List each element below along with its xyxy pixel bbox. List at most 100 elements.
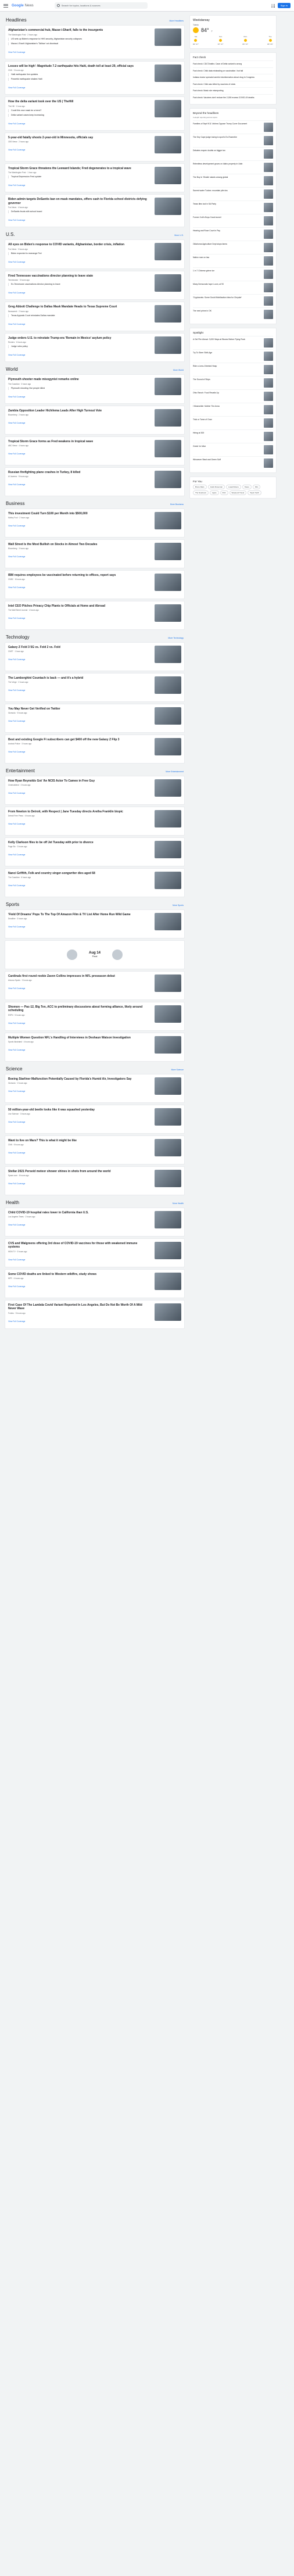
side-item-title[interactable]: The Boy in 'Hhalla' stands among global [193, 176, 262, 185]
story-headline[interactable]: Biden admin targets DeSantis ban on mask… [8, 198, 148, 205]
story-headline[interactable]: Boeing Starliner Malfunction Potentially… [8, 1077, 148, 1081]
side-item[interactable]: Sacred water Tudors: mountain pile dos [193, 187, 273, 200]
full-coverage-link[interactable]: View Full Coverage [8, 87, 25, 89]
story-thumbnail[interactable] [155, 737, 181, 755]
full-coverage-link[interactable]: View Full Coverage [8, 292, 25, 294]
side-item[interactable]: The Key Cape judge losing to sport's Ex-… [193, 133, 273, 147]
story-card[interactable]: Best and existing Google Fi subscribers … [5, 734, 185, 764]
side-item-title[interactable]: The next prime in OK [193, 310, 262, 319]
story-headline[interactable]: Some COVID deaths are linked to Western … [8, 1273, 148, 1277]
full-coverage-link[interactable]: View Full Coverage [8, 720, 25, 722]
side-item-title[interactable]: Fact check: Vaccines don't reduce the 2,… [193, 96, 273, 99]
story-headline[interactable]: Wall Street Is the Most Bullish on Stock… [8, 543, 148, 547]
story-headline[interactable]: 'Field Of Dreams' Pops To The Top Of Ama… [8, 913, 148, 917]
story-card[interactable]: IBM requires employees be vaccinated bef… [5, 569, 185, 599]
side-item[interactable]: 1 in 7 Chinese grieve ice [193, 267, 273, 281]
story-headline[interactable]: Child COVID-19 hospital rates lower in C… [8, 1211, 148, 1215]
side-item-thumbnail[interactable] [264, 162, 273, 172]
story-card[interactable]: Afghanistan's commercial hub, Mazar-i-Sh… [5, 25, 185, 59]
side-item[interactable]: Many Democrats hope Loom, at 90 [193, 280, 273, 294]
side-item[interactable]: Oklahoma Agriculture Dept stops farms [193, 240, 273, 254]
story-thumbnail[interactable] [155, 28, 181, 46]
full-coverage-link[interactable]: View Full Coverage [8, 1022, 25, 1024]
topic-chip[interactable]: Apple [209, 490, 219, 495]
side-item[interactable]: 'Cryptocrats: Some Gould Mobilization Id… [193, 293, 273, 307]
side-item[interactable]: Families of Sept 9/11 Victims Oppose Tru… [193, 120, 273, 134]
story-thumbnail[interactable] [155, 1303, 181, 1321]
full-coverage-link[interactable]: View Full Coverage [8, 453, 25, 455]
side-item-title[interactable]: Fact check: Child data misleading on vac… [193, 70, 273, 73]
signin-button[interactable]: Sign in [277, 3, 291, 8]
story-thumbnail[interactable] [155, 542, 181, 560]
story-card[interactable]: Intel CEO Pitches Privacy Chip Plants to… [5, 600, 185, 630]
menu-icon[interactable] [3, 3, 8, 8]
topic-chip[interactable]: Justin Roseman [207, 484, 225, 489]
section-title[interactable]: Technology [6, 635, 29, 640]
story-headline[interactable]: Afghanistan's commercial hub, Mazar-i-Sh… [8, 28, 148, 33]
side-item-thumbnail[interactable] [264, 364, 273, 374]
story-thumbnail[interactable] [155, 1138, 181, 1156]
full-coverage-link[interactable]: View Full Coverage [8, 658, 25, 661]
story-headline[interactable]: Want to live on Mars? This is what it mi… [8, 1139, 148, 1143]
side-item[interactable]: Fact check: CDC'Deaths: Case of Delta va… [193, 60, 273, 67]
side-item-title[interactable]: Trick or Tome of Gran [193, 418, 262, 428]
side-item-title[interactable]: Whosever Steal and Green Suff [193, 458, 262, 468]
side-item-thumbnail[interactable] [264, 378, 273, 388]
side-item[interactable]: Ohio Ranch: Food Recalls Up [193, 389, 273, 403]
side-item[interactable]: A Gel Pier Ahead: 3,000 Ways at Bisnes B… [193, 335, 273, 349]
story-thumbnail[interactable] [155, 974, 181, 992]
side-item[interactable]: Try To Steer Shift-Age [193, 349, 273, 363]
story-thumbnail[interactable] [155, 1036, 181, 1054]
full-coverage-link[interactable]: View Full Coverage [8, 987, 25, 990]
full-coverage-link[interactable]: View Full Coverage [8, 1090, 25, 1092]
section-title[interactable]: Sports [6, 902, 19, 907]
story-headline[interactable]: All eyes on Biden's response to COVID va… [8, 243, 148, 247]
side-item-thumbnail[interactable] [264, 309, 273, 319]
story-thumbnail[interactable] [155, 135, 181, 153]
side-item-title[interactable]: Former Colt's Boys Crack tunnel [193, 216, 262, 225]
section-title[interactable]: Headlines [6, 17, 27, 23]
section-title[interactable]: Science [6, 1066, 22, 1072]
story-card[interactable]: Tropical Storm Grace forms as Fred weake… [5, 436, 185, 465]
side-item[interactable]: Relentless development grows on Idaho pr… [193, 160, 273, 174]
full-coverage-link[interactable]: View Full Coverage [8, 1049, 25, 1051]
story-card[interactable]: How the delta variant took over the US |… [5, 96, 185, 131]
side-item-title[interactable]: 1 in 7 Chinese grieve ice [193, 270, 262, 279]
side-item-thumbnail[interactable] [264, 445, 273, 454]
story-thumbnail[interactable] [155, 166, 181, 184]
story-thumbnail[interactable] [155, 100, 181, 118]
full-coverage-link[interactable]: View Full Coverage [8, 689, 25, 692]
story-card[interactable]: From Newton to Detroit, with Respect | J… [5, 806, 185, 836]
side-item-thumbnail[interactable] [264, 242, 273, 252]
side-item-title[interactable]: Fact check: Child was killed by vaccines… [193, 83, 273, 86]
story-thumbnail[interactable] [155, 1272, 181, 1290]
full-coverage-link[interactable]: View Full Coverage [8, 219, 25, 221]
topic-chip[interactable]: The Notebook [193, 490, 209, 495]
story-headline[interactable]: Zambia Opposition Leader Hichilema Leads… [8, 409, 148, 413]
story-thumbnail[interactable] [155, 809, 181, 827]
story-headline[interactable]: 50 million-year-old beetle looks like it… [8, 1108, 148, 1112]
story-card[interactable]: Greg Abbott Challenge to Dallas Mask Man… [5, 302, 185, 331]
section-more-link[interactable]: More Headlines [169, 20, 184, 22]
story-headline[interactable]: Stellar 2021 Perseid meteor shower shine… [8, 1170, 148, 1174]
story-thumbnail[interactable] [155, 378, 181, 396]
story-thumbnail[interactable] [155, 573, 181, 591]
full-coverage-link[interactable]: View Full Coverage [8, 323, 25, 325]
story-card[interactable]: Plymouth shooter made misogynist remarks… [5, 374, 185, 404]
story-thumbnail[interactable] [155, 511, 181, 529]
story-thumbnail[interactable] [155, 1005, 181, 1023]
topic-chip[interactable]: Taylor Swift [248, 490, 261, 495]
section-more-link[interactable]: More Entertainment [166, 771, 184, 773]
side-item[interactable]: Indiana doctor spreads harmful misinform… [193, 74, 273, 81]
full-coverage-link[interactable]: View Full Coverage [8, 1152, 25, 1154]
story-card[interactable]: Stellar 2021 Perseid meteor shower shine… [5, 1166, 185, 1195]
full-coverage-link[interactable]: View Full Coverage [8, 123, 25, 125]
full-coverage-link[interactable]: View Full Coverage [8, 184, 25, 187]
story-thumbnail[interactable] [155, 439, 181, 457]
side-item-thumbnail[interactable] [264, 404, 273, 414]
full-coverage-link[interactable]: View Full Coverage [8, 1224, 25, 1226]
topic-chip[interactable]: NFL [252, 484, 261, 489]
full-coverage-link[interactable]: View Full Coverage [8, 396, 25, 398]
story-card[interactable]: This investment Could Turn $100 per Mont… [5, 508, 185, 538]
search-input[interactable]: Search for topics, locations & sources [54, 2, 148, 9]
